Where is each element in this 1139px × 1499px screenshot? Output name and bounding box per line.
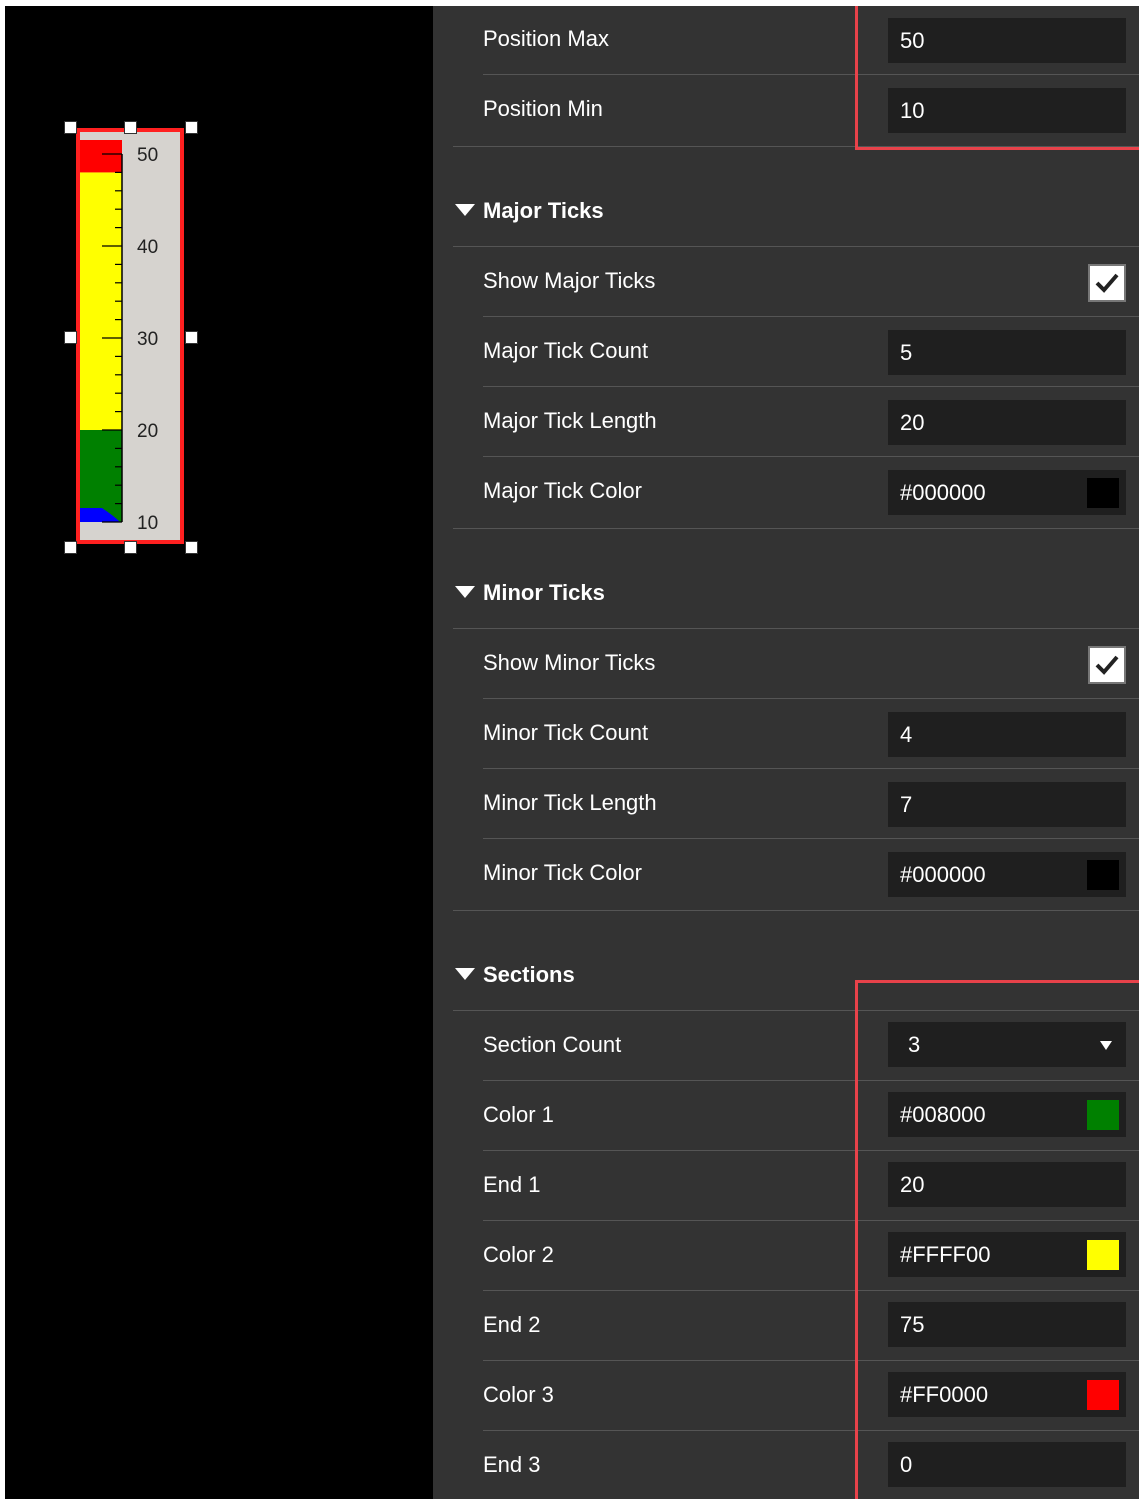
collapse-triangle-icon	[455, 968, 475, 981]
divider	[483, 386, 1139, 387]
minor-ticks-header[interactable]: Minor Ticks	[455, 578, 605, 608]
checkmark-icon	[1095, 655, 1119, 675]
major-tick-count-label: Major Tick Count	[483, 338, 649, 363]
divider	[453, 528, 1139, 529]
minor-ticks-title: Minor Ticks	[483, 580, 605, 605]
properties-panel: Position Max 50 Position Min 10 Major Ti…	[433, 6, 1139, 1499]
divider	[483, 698, 1139, 699]
highlight-box-sections	[855, 980, 1139, 1499]
show-minor-ticks-label: Show Minor Ticks	[483, 650, 656, 675]
end-2-label: End 2	[483, 1312, 541, 1337]
position-max-label: Position Max	[483, 26, 609, 51]
design-canvas[interactable]	[5, 6, 433, 1499]
resize-handle-right[interactable]	[185, 331, 198, 344]
gauge-scale-label: 30	[137, 329, 158, 350]
color-1-label: Color 1	[483, 1102, 554, 1127]
gauge-scale-label: 10	[137, 513, 158, 534]
gauge-section-3	[80, 140, 122, 173]
color-swatch	[1087, 860, 1119, 890]
linear-gauge[interactable]: 50 40 30 20 10	[80, 132, 180, 540]
divider	[453, 628, 1139, 629]
minor-tick-count-input[interactable]: 4	[888, 712, 1126, 757]
gauge-scale-label: 50	[137, 145, 158, 166]
minor-tick-color-label: Minor Tick Color	[483, 860, 642, 885]
major-tick-length-input[interactable]: 20	[888, 400, 1126, 445]
divider	[453, 246, 1139, 247]
sections-header[interactable]: Sections	[455, 960, 575, 990]
color-swatch	[1087, 478, 1119, 508]
section-count-label: Section Count	[483, 1032, 622, 1057]
show-major-ticks-checkbox[interactable]	[1088, 264, 1126, 302]
major-ticks-title: Major Ticks	[483, 198, 604, 223]
color-2-label: Color 2	[483, 1242, 554, 1267]
major-tick-color-label: Major Tick Color	[483, 478, 642, 503]
resize-handle-top-right[interactable]	[185, 121, 198, 134]
collapse-triangle-icon	[455, 586, 475, 599]
show-minor-ticks-checkbox[interactable]	[1088, 646, 1126, 684]
resize-handle-top[interactable]	[124, 121, 137, 134]
sections-title: Sections	[483, 962, 575, 987]
major-tick-color-picker[interactable]	[1076, 470, 1126, 515]
gauge-scale-label: 20	[137, 421, 158, 442]
position-min-label: Position Min	[483, 96, 603, 121]
checkmark-icon	[1095, 273, 1119, 293]
major-tick-color-input[interactable]: #000000	[888, 470, 1076, 515]
minor-tick-count-label: Minor Tick Count	[483, 720, 649, 745]
major-tick-count-input[interactable]: 5	[888, 330, 1126, 375]
resize-handle-bottom-left[interactable]	[64, 541, 77, 554]
major-tick-length-label: Major Tick Length	[483, 408, 657, 433]
minor-tick-color-picker[interactable]	[1076, 852, 1126, 897]
resize-handle-left[interactable]	[64, 331, 77, 344]
resize-handle-top-left[interactable]	[64, 121, 77, 134]
minor-tick-length-input[interactable]: 7	[888, 782, 1126, 827]
divider	[483, 316, 1139, 317]
collapse-triangle-icon	[455, 204, 475, 217]
divider	[483, 838, 1139, 839]
color-3-label: Color 3	[483, 1382, 554, 1407]
divider	[483, 768, 1139, 769]
resize-handle-bottom[interactable]	[124, 541, 137, 554]
divider	[483, 456, 1139, 457]
resize-handle-bottom-right[interactable]	[185, 541, 198, 554]
end-3-label: End 3	[483, 1452, 541, 1477]
gauge-scale-label: 40	[137, 237, 158, 258]
minor-tick-length-label: Minor Tick Length	[483, 790, 657, 815]
show-major-ticks-label: Show Major Ticks	[483, 268, 656, 293]
highlight-box-position	[855, 6, 1139, 150]
divider	[453, 910, 1139, 911]
end-1-label: End 1	[483, 1172, 541, 1197]
minor-tick-color-input[interactable]: #000000	[888, 852, 1076, 897]
major-ticks-header[interactable]: Major Ticks	[455, 196, 604, 226]
